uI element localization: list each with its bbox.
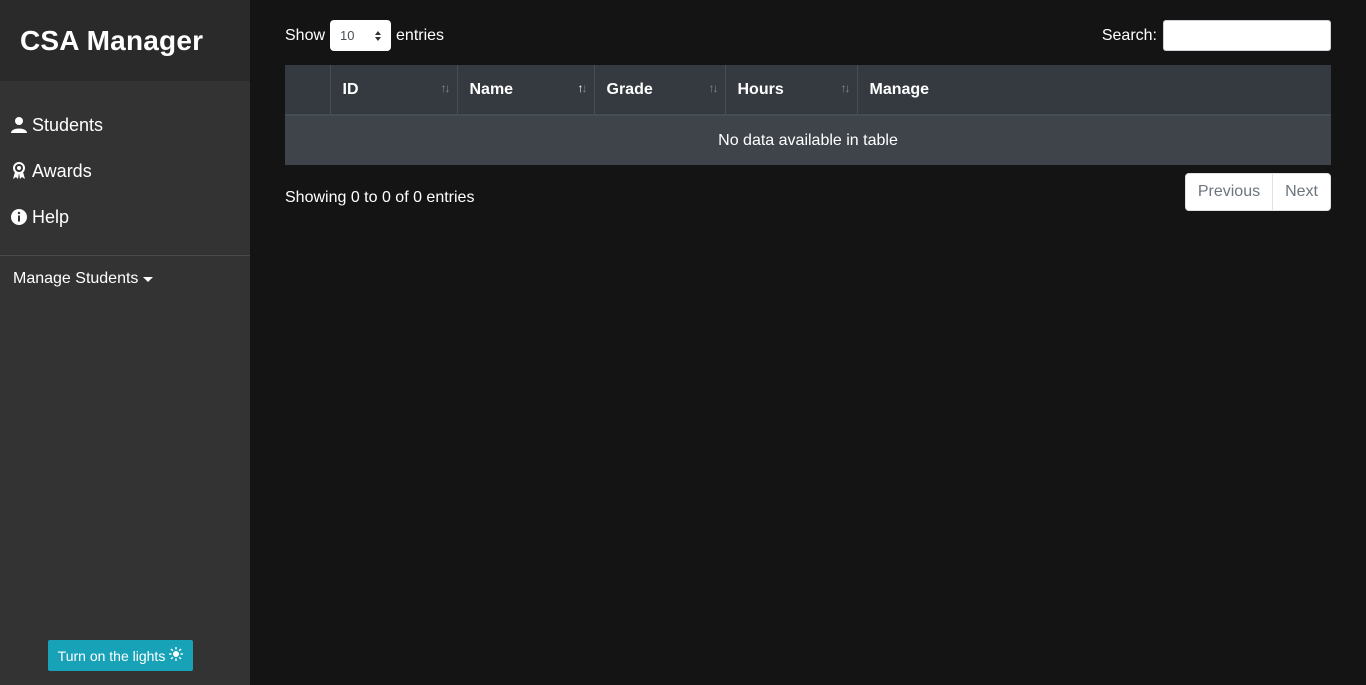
caret-down-icon (143, 276, 154, 282)
sidebar-item-awards[interactable]: Awards (0, 148, 250, 194)
main-content: Show 10 entries Search: ID ↑↓ Name ↑↓ Gr… (285, 0, 1331, 233)
manage-students-dropdown[interactable]: Manage Students (0, 257, 250, 301)
lights-button-label: Turn on the lights (57, 647, 166, 664)
sidebar-item-label: Help (32, 206, 70, 227)
sort-icon: ↑↓ (840, 81, 851, 95)
turn-on-lights-button[interactable]: Turn on the lights (48, 640, 193, 671)
column-header-manage: Manage (857, 65, 1331, 116)
sidebar-item-label: Students (32, 114, 104, 135)
pagination: Previous Next (1184, 173, 1331, 211)
previous-page-button[interactable]: Previous (1186, 174, 1272, 210)
sort-ascending-icon: ↑↓ (577, 81, 588, 95)
table-footer: Showing 0 to 0 of 0 entries Previous Nex… (285, 173, 1331, 233)
table-row: No data available in table (285, 115, 1331, 165)
column-header-hours[interactable]: Hours ↑↓ (725, 65, 858, 116)
show-label: Show (285, 26, 326, 44)
brand-header: CSA Manager (0, 0, 250, 81)
next-page-button[interactable]: Next (1272, 174, 1330, 210)
sun-icon (169, 647, 184, 664)
table-controls: Show 10 entries Search: (285, 0, 1331, 65)
select-arrows-icon (375, 30, 382, 41)
info-icon (10, 208, 28, 226)
search-control: Search: (1102, 20, 1331, 51)
sort-icon: ↑↓ (708, 81, 719, 95)
manage-students-label: Manage Students (13, 270, 139, 287)
app-title[interactable]: CSA Manager (20, 25, 203, 57)
column-header-name[interactable]: Name ↑↓ (457, 65, 595, 116)
entries-select-value: 10 (340, 28, 355, 43)
students-table: ID ↑↓ Name ↑↓ Grade ↑↓ Hours ↑↓ Manage N… (285, 65, 1331, 165)
entries-length-control: Show 10 entries (285, 20, 444, 51)
sidebar-item-label: Awards (32, 160, 92, 181)
column-header-select (285, 65, 331, 116)
column-header-grade[interactable]: Grade ↑↓ (594, 65, 726, 116)
entries-select[interactable]: 10 (330, 20, 392, 51)
empty-table-message: No data available in table (718, 131, 898, 149)
user-icon (10, 116, 28, 134)
award-icon (10, 162, 28, 180)
entries-label: entries (396, 26, 445, 44)
sidebar: CSA Manager Students Awards Help Manage … (0, 0, 250, 685)
sidebar-item-students[interactable]: Students (0, 102, 250, 148)
column-header-id[interactable]: ID ↑↓ (330, 65, 458, 116)
sidebar-item-help[interactable]: Help (0, 194, 250, 240)
sort-icon: ↑↓ (440, 81, 451, 95)
table-info: Showing 0 to 0 of 0 entries (285, 189, 475, 206)
search-label: Search: (1101, 26, 1157, 44)
sidebar-divider (0, 255, 250, 256)
table-header-row: ID ↑↓ Name ↑↓ Grade ↑↓ Hours ↑↓ Manage (285, 65, 1331, 116)
sidebar-nav: Students Awards Help (0, 81, 250, 240)
search-input[interactable] (1163, 20, 1331, 51)
